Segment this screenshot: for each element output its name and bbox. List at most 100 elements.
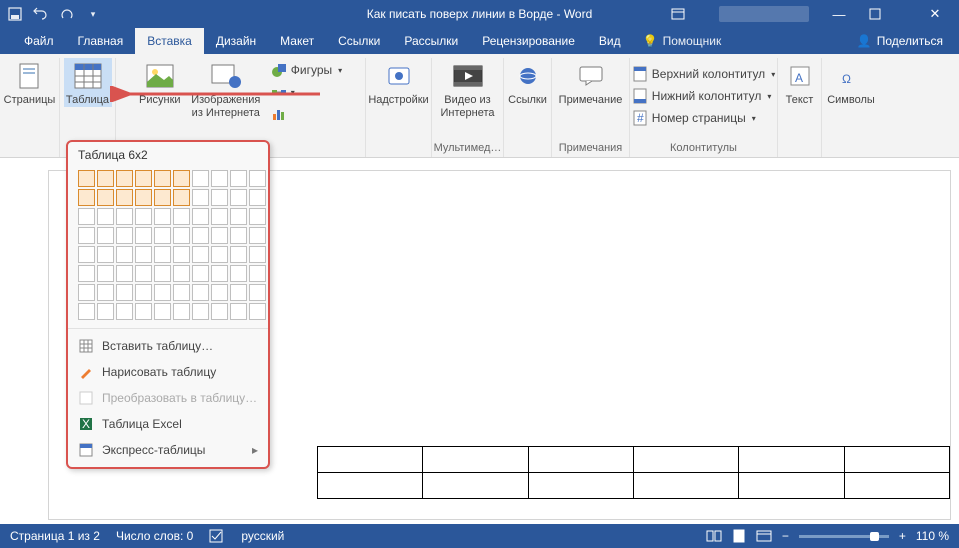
quick-access-toolbar: ▾ (6, 5, 102, 23)
header-icon (632, 66, 648, 82)
shapes-button[interactable]: Фигуры▾ (267, 60, 346, 80)
shapes-label: Фигуры (291, 63, 332, 77)
svg-text:A: A (795, 71, 803, 85)
zoom-level[interactable]: 110 % (916, 529, 949, 543)
zoom-out-icon[interactable]: − (782, 529, 789, 543)
video-button[interactable]: Видео из Интернета (435, 58, 501, 119)
smartart-icon (271, 84, 287, 100)
links-label: Ссылки (508, 94, 547, 107)
save-icon[interactable] (6, 5, 24, 23)
pictures-label: Рисунки (139, 94, 181, 107)
svg-text:Ω: Ω (842, 72, 851, 86)
tab-review[interactable]: Рецензирование (470, 28, 587, 54)
comment-label: Примечание (559, 94, 623, 107)
draw-table-icon (78, 364, 94, 380)
video-icon (452, 60, 484, 92)
status-bar: Страница 1 из 2 Число слов: 0 русский − … (0, 524, 959, 548)
smartart-button[interactable]: ▾ (267, 82, 346, 102)
zoom-slider[interactable] (799, 535, 889, 538)
svg-text:X: X (82, 417, 90, 431)
redo-icon[interactable] (58, 5, 76, 23)
titlebar: ▾ Как писать поверх линии в Ворде - Word… (0, 0, 959, 28)
close-icon[interactable]: ✕ (917, 6, 953, 22)
online-pictures-icon (210, 60, 242, 92)
group-addins: Надстройки (366, 58, 432, 157)
pages-label: Страницы (4, 94, 56, 107)
tab-references[interactable]: Ссылки (326, 28, 392, 54)
qat-more-icon[interactable]: ▾ (84, 5, 102, 23)
status-language[interactable]: русский (241, 529, 284, 543)
online-pictures-button[interactable]: Изображения из Интернета (187, 58, 265, 119)
pictures-icon (144, 60, 176, 92)
group-comments: Примечание Примечания (552, 58, 630, 157)
group-links: Ссылки (504, 58, 552, 157)
video-label: Видео из Интернета (441, 94, 495, 119)
user-account[interactable] (719, 6, 809, 22)
chart-button[interactable] (267, 104, 346, 124)
quick-tables-label: Экспресс-таблицы (102, 443, 205, 457)
group-media: Видео из Интернета Мультимед… (432, 58, 504, 157)
symbols-label: Символы (827, 94, 875, 107)
excel-icon: X (78, 416, 94, 432)
symbols-icon: Ω (835, 60, 867, 92)
symbols-button[interactable]: Ω Символы (824, 58, 878, 107)
share-icon: 👤 (857, 34, 872, 48)
page-number-label: Номер страницы (652, 111, 746, 125)
status-page[interactable]: Страница 1 из 2 (10, 529, 100, 543)
maximize-icon[interactable] (869, 8, 905, 20)
tab-layout[interactable]: Макет (268, 28, 326, 54)
table-label: Таблица (66, 94, 109, 107)
pages-button[interactable]: Страницы (6, 58, 54, 107)
chart-icon (271, 106, 287, 122)
insert-table-label: Вставить таблицу… (102, 339, 213, 353)
draw-table-item[interactable]: Нарисовать таблицу (68, 359, 268, 385)
insert-table-icon (78, 338, 94, 354)
excel-table-item[interactable]: XТаблица Excel (68, 411, 268, 437)
addins-icon (383, 60, 415, 92)
header-button[interactable]: Верхний колонтитул▾ (628, 64, 779, 84)
tab-home[interactable]: Главная (66, 28, 136, 54)
text-icon: A (784, 60, 816, 92)
lightbulb-icon: 💡 (643, 34, 658, 48)
read-mode-icon[interactable] (706, 530, 722, 542)
comments-group-label: Примечания (559, 142, 623, 157)
quick-tables-item[interactable]: Экспресс-таблицы▸ (68, 437, 268, 463)
tab-design[interactable]: Дизайн (204, 28, 268, 54)
links-icon (512, 60, 544, 92)
header-footer-group-label: Колонтитулы (670, 142, 737, 157)
table-icon (72, 60, 104, 92)
comment-button[interactable]: Примечание (555, 58, 627, 107)
share-label: Поделиться (877, 34, 943, 48)
table-button[interactable]: Таблица (64, 58, 112, 107)
tab-file[interactable]: Файл (12, 28, 66, 54)
table-dropdown-header: Таблица 6x2 (68, 142, 268, 168)
footer-button[interactable]: Нижний колонтитул▾ (628, 86, 779, 106)
share-button[interactable]: 👤 Поделиться (857, 34, 943, 48)
svg-text:#: # (637, 111, 644, 125)
print-layout-icon[interactable] (732, 529, 746, 543)
addins-label: Надстройки (368, 94, 428, 107)
tab-mailings[interactable]: Рассылки (392, 28, 470, 54)
ribbon-options-icon[interactable] (671, 8, 707, 20)
proofing-icon[interactable] (209, 529, 225, 543)
group-symbols: Ω Символы (822, 58, 880, 157)
tab-view[interactable]: Вид (587, 28, 633, 54)
minimize-icon[interactable]: — (821, 7, 857, 22)
convert-table-icon (78, 390, 94, 406)
page-number-button[interactable]: #Номер страницы▾ (628, 108, 779, 128)
tell-me[interactable]: 💡Помощник (643, 34, 722, 48)
text-button[interactable]: AТекст (780, 58, 820, 107)
web-layout-icon[interactable] (756, 530, 772, 542)
zoom-in-icon[interactable]: + (899, 529, 906, 543)
tab-insert[interactable]: Вставка (135, 28, 204, 54)
status-words[interactable]: Число слов: 0 (116, 529, 193, 543)
inserted-table[interactable] (317, 446, 950, 499)
pictures-button[interactable]: Рисунки (135, 58, 185, 107)
group-pages: Страницы (0, 58, 60, 157)
addins-button[interactable]: Надстройки (369, 58, 429, 107)
insert-table-item[interactable]: Вставить таблицу… (68, 333, 268, 359)
table-size-grid[interactable] (68, 168, 268, 328)
draw-table-label: Нарисовать таблицу (102, 365, 216, 379)
undo-icon[interactable] (32, 5, 50, 23)
links-button[interactable]: Ссылки (506, 58, 550, 107)
